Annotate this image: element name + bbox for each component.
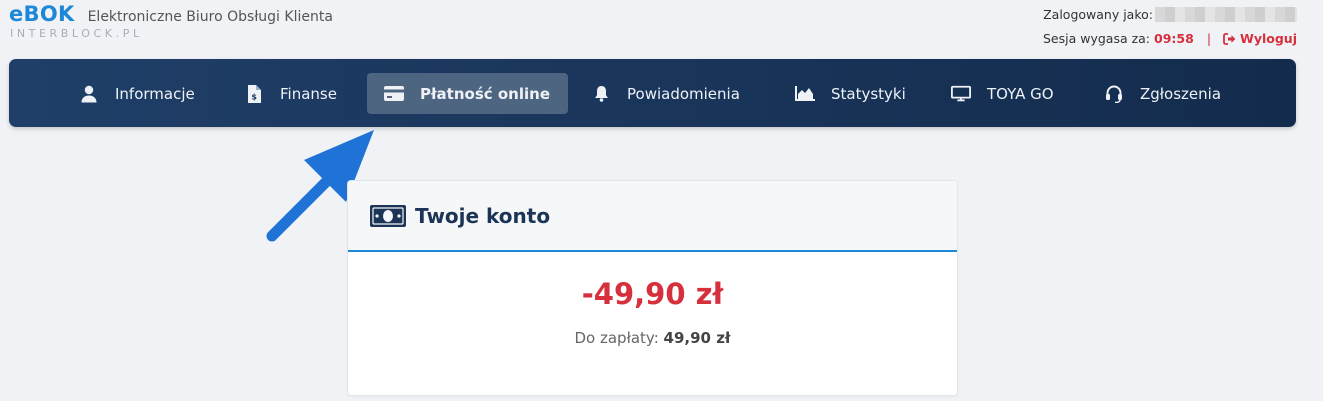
nav-label: TOYA GO xyxy=(987,84,1054,103)
headset-icon xyxy=(1104,85,1124,103)
nav-item-finanse[interactable]: $ Finanse xyxy=(244,73,354,114)
session-label: Sesja wygasa za: xyxy=(1042,31,1151,46)
svg-text:$: $ xyxy=(251,92,257,101)
brand: eBOK Elektroniczne Biuro Obsługi Klienta… xyxy=(9,2,333,40)
monitor-icon xyxy=(951,85,971,103)
brand-logo[interactable]: eBOK xyxy=(9,2,75,26)
masked-username xyxy=(1155,6,1297,22)
brand-domain: INTERBLOCK.PL xyxy=(10,27,143,40)
nav-label: Powiadomienia xyxy=(627,84,740,103)
nav-item-platnosc-online[interactable]: Płatność online xyxy=(367,73,568,114)
card-header: Twoje konto xyxy=(348,181,957,252)
nav-label: Zgłoszenia xyxy=(1140,84,1222,103)
brand-subtitle: Elektroniczne Biuro Obsługi Klienta xyxy=(87,9,333,25)
nav-label: Finanse xyxy=(280,84,337,103)
money-bill-icon xyxy=(370,204,406,227)
separator: | xyxy=(1206,31,1212,46)
account-card: Twoje konto -49,90 zł Do zapłaty: 49,90 … xyxy=(347,180,958,396)
session-timer: 09:58 xyxy=(1154,31,1194,46)
user-box: Zalogowany jako: Sesja wygasa za: 09:58 … xyxy=(1043,5,1297,46)
nav-label: Informacje xyxy=(115,84,195,103)
sign-out-icon xyxy=(1223,32,1236,45)
logout-label: Wyloguj xyxy=(1240,31,1297,46)
nav-label: Płatność online xyxy=(420,84,550,103)
logout-link[interactable]: Wyloguj xyxy=(1223,31,1297,46)
account-balance: -49,90 zł xyxy=(581,277,724,311)
invoice-icon: $ xyxy=(244,84,264,103)
amount-due: Do zapłaty: 49,90 zł xyxy=(348,329,957,347)
nav-item-toya-go[interactable]: TOYA GO xyxy=(951,73,1071,114)
user-icon xyxy=(79,85,99,103)
nav-label: Statystyki xyxy=(831,84,906,103)
due-amount: 49,90 zł xyxy=(663,329,731,347)
due-label: Do zapłaty: xyxy=(574,329,659,347)
nav-item-zgloszenia[interactable]: Zgłoszenia xyxy=(1104,73,1244,114)
main-nav: Informacje $ Finanse Płatność online Pow… xyxy=(9,59,1296,127)
bell-icon xyxy=(591,85,611,102)
credit-card-icon xyxy=(384,86,404,101)
card-title: Twoje konto xyxy=(415,203,551,228)
logged-label: Zalogowany jako: xyxy=(1043,6,1153,22)
nav-item-powiadomienia[interactable]: Powiadomienia xyxy=(591,73,771,114)
nav-item-statystyki[interactable]: Statystyki xyxy=(795,73,925,114)
area-chart-icon xyxy=(795,86,815,101)
nav-item-informacje[interactable]: Informacje xyxy=(79,73,209,114)
